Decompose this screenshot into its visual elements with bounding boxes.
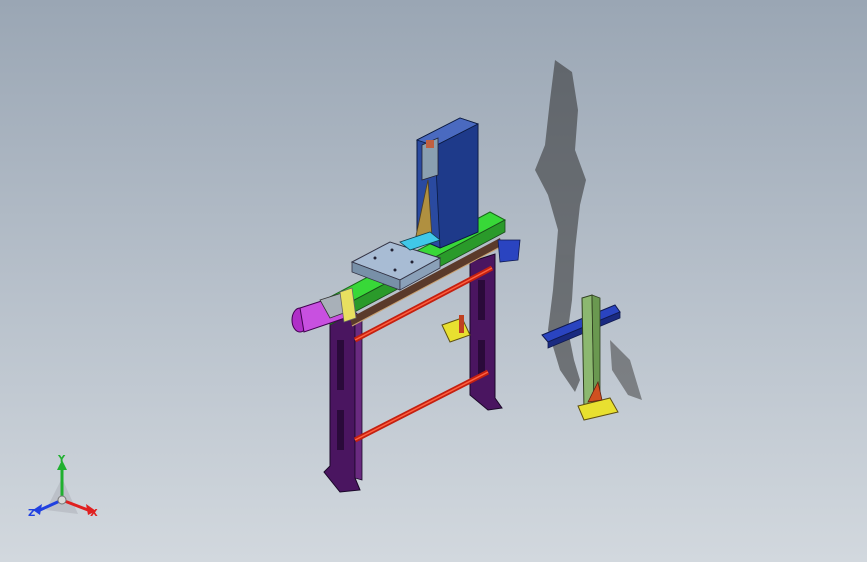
- z-axis-label: Z: [28, 508, 35, 519]
- x-axis-label: X: [90, 508, 98, 519]
- sensor-bracket-rear[interactable]: [441, 315, 471, 343]
- cad-viewport[interactable]: Y X Z: [0, 0, 867, 562]
- coordinate-triad[interactable]: Y X Z: [28, 454, 98, 519]
- vertical-column[interactable]: [399, 117, 480, 251]
- y-axis-label: Y: [57, 454, 66, 465]
- cad-assembly-scene[interactable]: Y X Z: [0, 0, 867, 562]
